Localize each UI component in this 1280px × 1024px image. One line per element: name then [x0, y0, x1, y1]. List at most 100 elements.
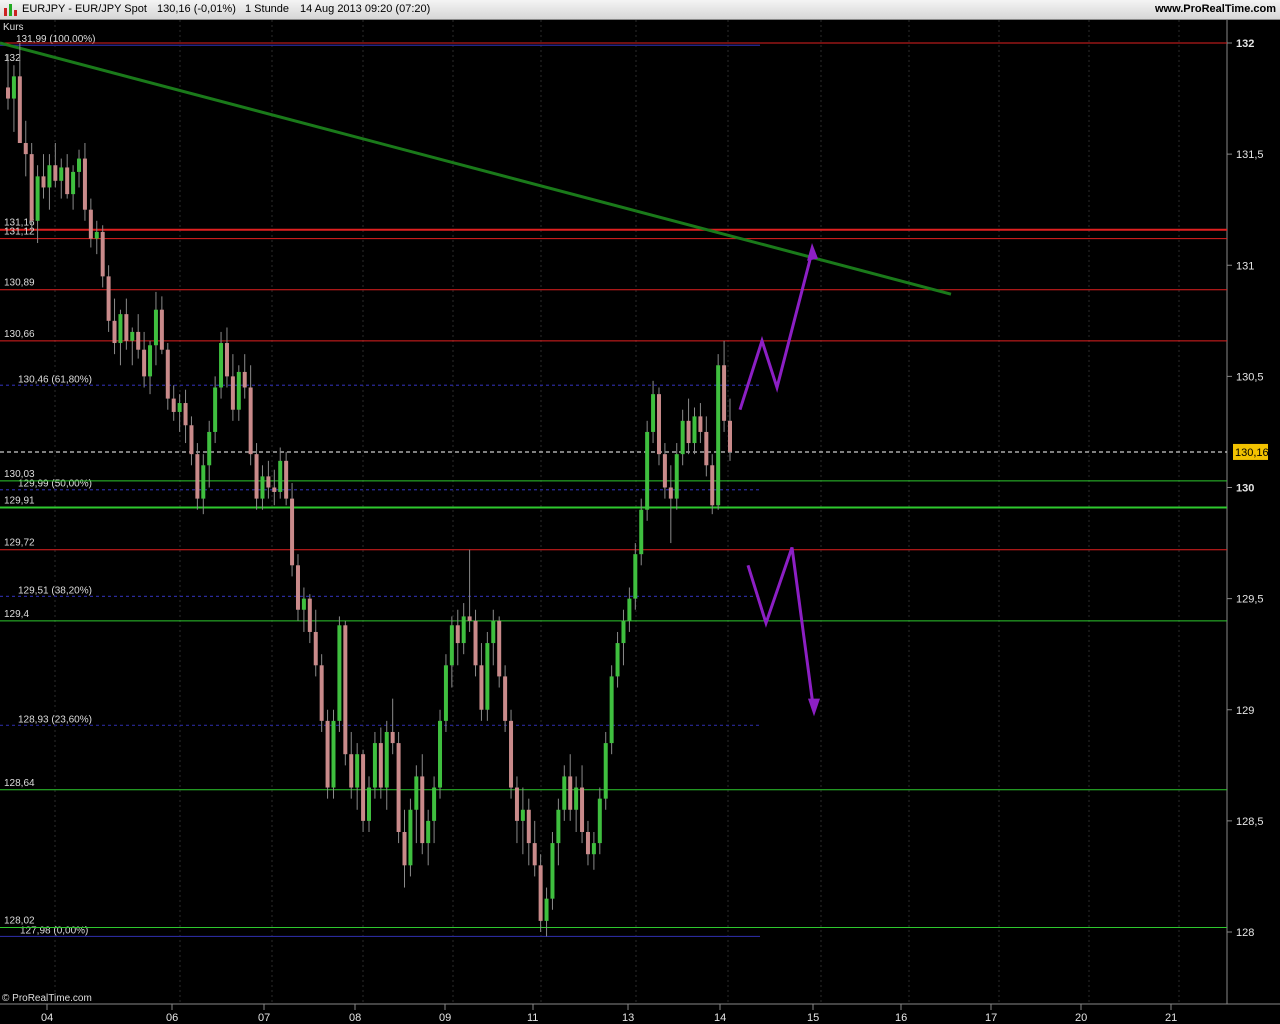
candle-down [189, 425, 194, 455]
candle-down [124, 314, 129, 341]
candle-down [88, 209, 93, 239]
candle-up [449, 625, 454, 666]
candle-down [585, 831, 590, 855]
candle-up [556, 809, 561, 844]
candle-down [509, 720, 514, 788]
instrument-title: EURJPY - EUR/JPY Spot [22, 3, 147, 15]
candle-down [248, 387, 253, 455]
candle-down [159, 309, 164, 350]
y-tick-label: 128,5 [1236, 816, 1264, 828]
level-label: 131,12 [4, 227, 35, 238]
candle-up [59, 167, 64, 181]
y-tick-label: 131 [1236, 260, 1254, 272]
candle-up [219, 343, 224, 388]
candle-down [183, 403, 188, 426]
candle-down [319, 665, 324, 721]
candle-up [544, 898, 549, 921]
candle-down [662, 454, 667, 488]
candle-up [627, 598, 632, 621]
candle-up [674, 454, 679, 499]
candle-up [485, 643, 490, 710]
candle-down [254, 454, 259, 499]
candle-up [153, 309, 158, 346]
y-tick-label: 131,5 [1236, 149, 1264, 161]
candle-down [396, 743, 401, 832]
candle-down [497, 620, 502, 677]
candle-down [686, 420, 691, 444]
level-label: 129,4 [4, 609, 29, 620]
candle-down [722, 365, 727, 421]
bullish-projection-path [738, 251, 814, 411]
candle-up [201, 465, 206, 499]
candle-down [230, 376, 235, 410]
candle-down [390, 731, 395, 744]
candlestick-icon [4, 4, 18, 16]
candle-up [597, 798, 602, 844]
title-bar: EURJPY - EUR/JPY Spot 130,16 (-0,01%) 1 … [0, 0, 1280, 20]
candle-up [716, 365, 721, 506]
brand-link[interactable]: www.ProRealTime.com [1155, 3, 1276, 15]
candle-up [408, 809, 413, 866]
candle-up [236, 371, 241, 410]
candle-up [443, 665, 448, 721]
level-label: 129,91 [4, 496, 35, 507]
candle-up [355, 754, 360, 788]
candle-up [550, 843, 555, 899]
candle-down [656, 394, 661, 455]
candle-up [130, 331, 135, 341]
y-tick-label: 132 [1236, 38, 1254, 50]
candle-up [35, 176, 40, 221]
candle-down [349, 754, 354, 788]
candle-up [94, 231, 99, 239]
candle-up [461, 616, 466, 644]
candle-up [213, 387, 218, 432]
fibonacci-level-label: 128,93 (23,60%) [18, 714, 92, 725]
y-tick-label: 130 [1236, 483, 1254, 495]
level-label: 128,02 [4, 916, 35, 927]
candle-up [491, 620, 496, 644]
candle-down [532, 843, 537, 866]
candle-down [295, 565, 300, 610]
fibonacci-level-label: 129,51 (38,20%) [18, 585, 92, 596]
candle-up [520, 809, 525, 821]
candle-down [65, 167, 70, 195]
footer-copyright: © ProRealTime.com [2, 993, 92, 1004]
candle-up [562, 776, 567, 810]
level-label: 128,64 [4, 778, 35, 789]
candle-down [514, 787, 519, 821]
candle-down [224, 343, 229, 377]
pane-label: Kurs [3, 22, 24, 33]
candle-up [633, 554, 638, 599]
timeframe-label: 1 Stunde [245, 3, 290, 15]
candle-up [414, 776, 419, 810]
candle-down [6, 87, 10, 99]
candle-up [639, 509, 644, 555]
y-tick-label: 129,5 [1236, 594, 1264, 606]
candle-up [77, 158, 82, 172]
candle-down [467, 616, 472, 621]
price-chart[interactable]: 132 131,5 131 130,5 130 129,5 129 128,5 128 04 06 0… [0, 20, 1280, 1024]
bullish-arrowhead [807, 243, 818, 261]
candle-up [367, 787, 371, 821]
candle-down [106, 276, 111, 321]
candle-down [704, 431, 709, 466]
candle-up [11, 76, 16, 99]
candle-down [136, 331, 141, 350]
candle-up [621, 620, 626, 644]
fibonacci-level-label: 130,46 (61,80%) [18, 374, 92, 385]
candle-down [112, 320, 117, 344]
candle-down [53, 165, 58, 181]
candle-down [668, 487, 673, 499]
candle-down [272, 487, 277, 492]
candle-down [526, 809, 531, 844]
candle-down [82, 158, 87, 210]
candle-up [301, 598, 306, 610]
candle-up [372, 743, 377, 788]
candle-up [591, 843, 596, 855]
x-tick-label: 15 [807, 1012, 819, 1024]
level-label: 130,03 [4, 469, 35, 480]
candle-up [680, 420, 685, 455]
x-tick-label: 14 [714, 1012, 726, 1024]
x-tick-label: 17 [985, 1012, 997, 1024]
x-tick-label: 08 [349, 1012, 361, 1024]
